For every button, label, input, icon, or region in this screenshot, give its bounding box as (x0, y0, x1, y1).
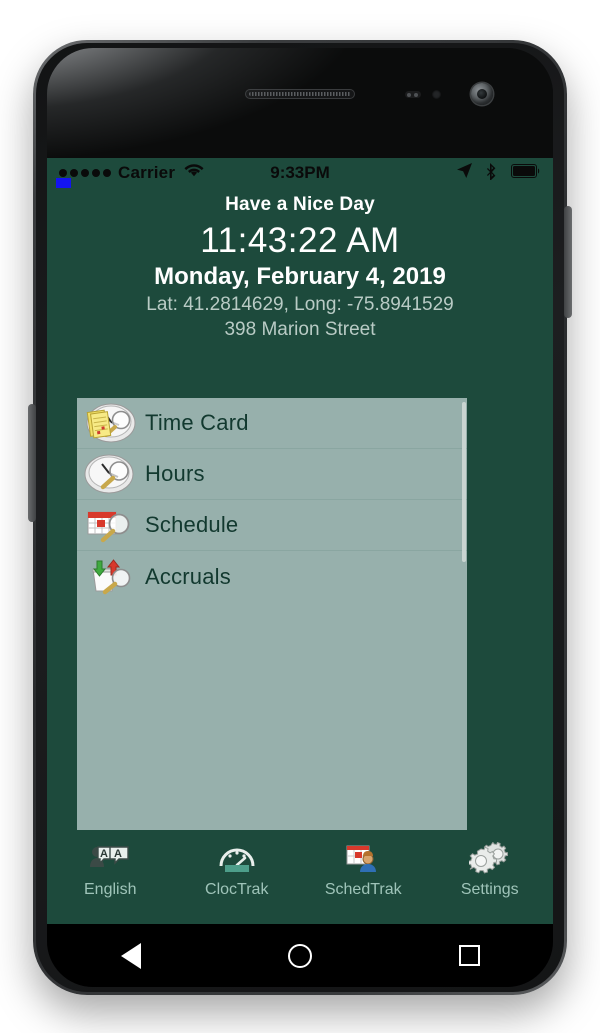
bottom-tab-bar: A A English ClocTrak SchedTrak Settings (47, 830, 553, 924)
timecard-magnifier-icon (83, 401, 137, 445)
power-button[interactable] (564, 206, 572, 318)
android-navigation-bar (47, 924, 553, 987)
tab-schedtrak[interactable]: SchedTrak (317, 838, 409, 899)
back-triangle-icon[interactable] (120, 942, 141, 969)
current-date: Monday, February 4, 2019 (154, 263, 446, 290)
tab-cloctrak[interactable]: ClocTrak (191, 838, 283, 899)
list-item[interactable]: Accruals (77, 551, 467, 602)
list-item-label: Time Card (145, 410, 249, 435)
greeting-text: Have a Nice Day (225, 194, 375, 215)
bucket-arrows-magnifier-icon (83, 555, 137, 599)
status-bar: Carrier 9:33PM (47, 158, 553, 188)
recents-square-icon[interactable] (458, 945, 480, 966)
gauge-icon (191, 838, 283, 878)
list-scrollbar[interactable] (462, 402, 466, 562)
main-menu-list: Time Card Hours Schedule Accruals (77, 398, 467, 830)
calendar-magnifier-icon (83, 503, 137, 547)
tab-english[interactable]: A A English (64, 838, 156, 899)
language-translate-icon: A A (64, 838, 156, 878)
tab-settings[interactable]: Settings (444, 838, 536, 899)
volume-button[interactable] (28, 404, 36, 522)
app-screen: Carrier 9:33PM Have a Nice Day 11:43:22 … (47, 158, 553, 924)
tab-label: ClocTrak (205, 881, 269, 898)
gps-coordinates: Lat: 41.2814629, Long: -75.8941529 (146, 294, 454, 315)
list-item-label: Hours (145, 461, 205, 486)
street-address: 398 Marion Street (224, 319, 376, 340)
status-bar-time: 9:33PM (270, 163, 330, 182)
list-item-label: Schedule (145, 512, 239, 537)
earpiece-speaker-icon (245, 89, 355, 99)
front-camera-icon (471, 83, 493, 105)
list-item[interactable]: Time Card (77, 398, 467, 449)
proximity-sensor-icon (405, 91, 421, 98)
gears-icon (444, 838, 536, 878)
phone-screen-area: Carrier 9:33PM Have a Nice Day 11:43:22 … (47, 48, 553, 987)
blue-pixel-artifact (56, 178, 71, 188)
header-block: Have a Nice Day 11:43:22 AM Monday, Febr… (47, 188, 553, 341)
phone-top-bezel (47, 48, 553, 158)
list-item[interactable]: Schedule (77, 500, 467, 551)
svg-text:A: A (100, 848, 108, 860)
home-circle-icon[interactable] (287, 943, 312, 968)
calendar-person-icon (317, 838, 409, 878)
ambient-light-sensor-icon (432, 90, 441, 99)
list-item-label: Accruals (145, 563, 231, 589)
tab-label: Settings (460, 881, 519, 898)
list-item[interactable]: Hours (77, 449, 467, 500)
tab-label: English (84, 881, 137, 898)
clock-magnifier-icon (83, 452, 137, 496)
live-clock: 11:43:22 AM (200, 221, 400, 260)
svg-text:A: A (114, 848, 122, 860)
tab-label: SchedTrak (324, 881, 402, 898)
